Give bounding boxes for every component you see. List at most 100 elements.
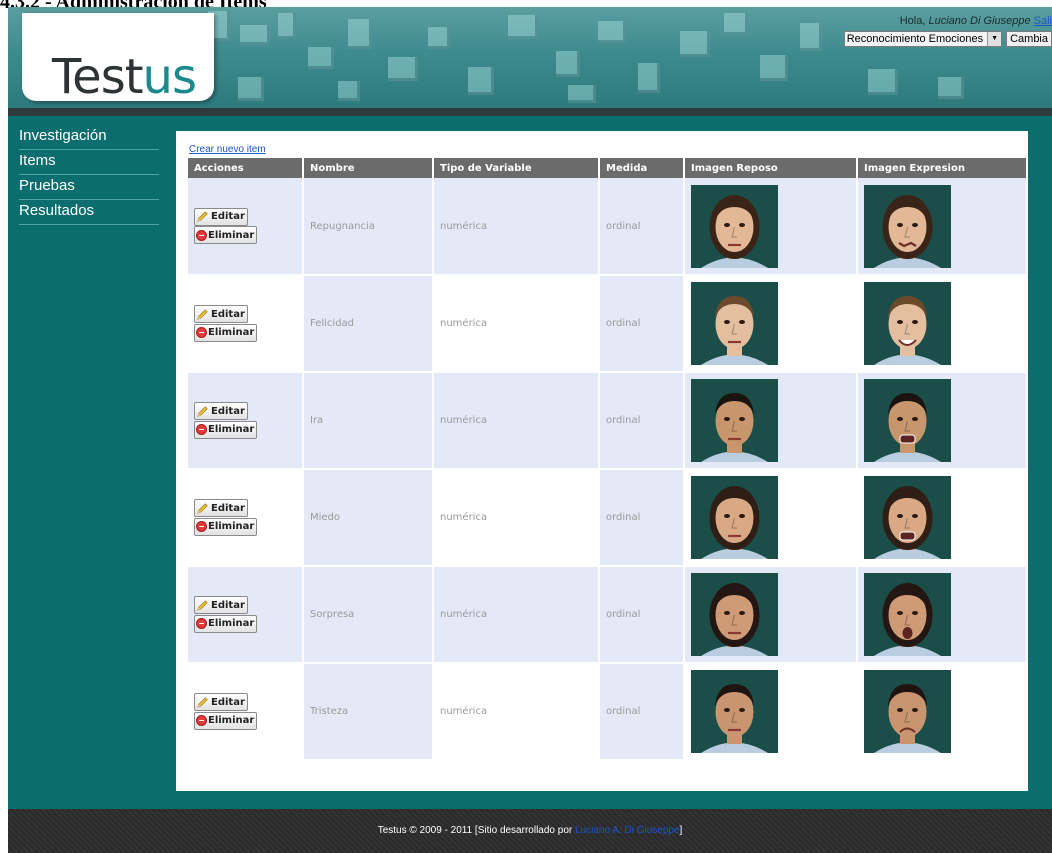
pencil-icon: [197, 211, 208, 222]
sidebar-nav: Investigación Items Pruebas Resultados: [19, 125, 159, 225]
main-content: Crear nuevo item Acciones Nombre Tipo de…: [176, 131, 1028, 791]
variable-type-cell: numérica: [433, 566, 600, 664]
site-footer: Testus © 2009 - 2011 [Sitio desarrollado…: [8, 809, 1052, 853]
expression-face-image: [864, 573, 951, 656]
delete-icon: [196, 521, 207, 533]
header-band: [8, 108, 1052, 116]
delete-button[interactable]: Eliminar: [194, 420, 258, 439]
rest-face-image: [691, 573, 778, 656]
actions-cell: Editar Eliminar: [188, 178, 304, 276]
table-row: Editar Eliminar Felicidad numérica ordinal: [188, 275, 1028, 373]
actions-cell: Editar Eliminar: [188, 566, 304, 664]
edit-button[interactable]: Editar: [194, 207, 248, 226]
delete-button[interactable]: Eliminar: [194, 226, 258, 245]
create-item-link[interactable]: Crear nuevo item: [189, 144, 266, 155]
user-panel: Hola, Luciano Di Giuseppe Sali Reconocim…: [843, 15, 1052, 47]
expression-face-image: [864, 282, 951, 365]
variable-type-cell: numérica: [433, 178, 600, 276]
rest-face-image: [691, 184, 778, 268]
delete-icon: [196, 618, 207, 630]
actions-cell: Editar Eliminar: [188, 372, 304, 470]
rest-image-cell: [684, 178, 858, 276]
logout-link[interactable]: Sali: [1034, 15, 1052, 27]
delete-button[interactable]: Eliminar: [194, 711, 258, 730]
site-header: Testus Hola, Luciano Di Giuseppe Sali Re…: [8, 7, 1052, 108]
edit-button[interactable]: Editar: [194, 305, 248, 324]
delete-icon: [196, 424, 207, 436]
expression-image-cell: [857, 566, 1028, 664]
measure-cell: ordinal: [599, 469, 685, 567]
variable-type-cell: numérica: [433, 372, 600, 470]
expression-face-image: [864, 670, 951, 753]
delete-button[interactable]: Eliminar: [194, 323, 258, 342]
chevron-down-icon: ▼: [987, 32, 1002, 46]
rest-image-cell: [684, 566, 858, 664]
name-cell: Miedo: [303, 469, 434, 567]
rest-image-cell: [684, 469, 858, 567]
rest-face-image: [691, 476, 778, 559]
variable-type-cell: numérica: [433, 275, 600, 373]
table-row: Editar Eliminar Repugnancia numérica ordinal: [188, 178, 1028, 276]
items-table: Acciones Nombre Tipo de Variable Medida …: [188, 158, 1028, 761]
column-header-medida: Medida: [599, 158, 685, 178]
table-row: Editar Eliminar Miedo numérica ordinal: [188, 469, 1028, 567]
edit-button[interactable]: Editar: [194, 693, 248, 712]
expression-face-image: [864, 379, 951, 462]
name-cell: Tristeza: [303, 663, 434, 761]
pencil-icon: [197, 600, 208, 611]
rest-image-cell: [684, 372, 858, 470]
name-cell: Repugnancia: [303, 178, 434, 276]
footer-text: Testus © 2009 - 2011 [Sitio desarrollado…: [377, 825, 573, 836]
edit-button[interactable]: Editar: [194, 596, 248, 615]
sidebar-item-resultados[interactable]: Resultados: [19, 200, 159, 225]
expression-face-image: [864, 184, 951, 268]
expression-image-cell: [857, 178, 1028, 276]
pencil-icon: [197, 697, 208, 708]
logo[interactable]: Testus: [22, 13, 214, 105]
rest-face-image: [691, 282, 778, 365]
name-cell: Felicidad: [303, 275, 434, 373]
measure-cell: ordinal: [599, 372, 685, 470]
column-header-nombre: Nombre: [303, 158, 434, 178]
project-select[interactable]: Reconocimiento Emociones ▼: [843, 31, 1003, 47]
pencil-icon: [197, 503, 208, 514]
column-header-tipo: Tipo de Variable: [433, 158, 600, 178]
expression-image-cell: [857, 469, 1028, 567]
expression-image-cell: [857, 372, 1028, 470]
sidebar-item-items[interactable]: Items: [19, 150, 159, 175]
sidebar-item-pruebas[interactable]: Pruebas: [19, 175, 159, 200]
edit-button[interactable]: Editar: [194, 402, 248, 421]
pencil-icon: [197, 309, 208, 320]
table-row: Editar Eliminar Ira numérica ordinal: [188, 372, 1028, 470]
expression-image-cell: [857, 275, 1028, 373]
column-header-imagen-reposo: Imagen Reposo: [684, 158, 858, 178]
expression-face-image: [864, 476, 951, 559]
name-cell: Sorpresa: [303, 566, 434, 664]
footer-author-link[interactable]: Luciano A. Di Giuseppe: [575, 825, 680, 836]
actions-cell: Editar Eliminar: [188, 469, 304, 567]
measure-cell: ordinal: [599, 178, 685, 276]
delete-icon: [196, 327, 207, 339]
actions-cell: Editar Eliminar: [188, 275, 304, 373]
rest-face-image: [691, 379, 778, 462]
rest-image-cell: [684, 663, 858, 761]
edit-button[interactable]: Editar: [194, 499, 248, 518]
sidebar-item-investigacion[interactable]: Investigación: [19, 125, 159, 150]
variable-type-cell: numérica: [433, 469, 600, 567]
variable-type-cell: numérica: [433, 663, 600, 761]
delete-icon: [196, 715, 207, 727]
delete-button[interactable]: Eliminar: [194, 517, 258, 536]
expression-image-cell: [857, 663, 1028, 761]
column-header-acciones: Acciones: [188, 158, 304, 178]
greeting-text: Hola,: [899, 15, 926, 27]
delete-icon: [196, 229, 207, 241]
rest-image-cell: [684, 275, 858, 373]
measure-cell: ordinal: [599, 566, 685, 664]
rest-face-image: [691, 670, 778, 753]
table-row: Editar Eliminar Tristeza numérica ordinal: [188, 663, 1028, 761]
page-frame: Testus Hola, Luciano Di Giuseppe Sali Re…: [8, 7, 1052, 853]
change-project-button[interactable]: Cambia: [1006, 31, 1052, 47]
column-header-imagen-expresion: Imagen Expresion: [857, 158, 1028, 178]
table-row: Editar Eliminar Sorpresa numérica ordinal: [188, 566, 1028, 664]
delete-button[interactable]: Eliminar: [194, 614, 258, 633]
